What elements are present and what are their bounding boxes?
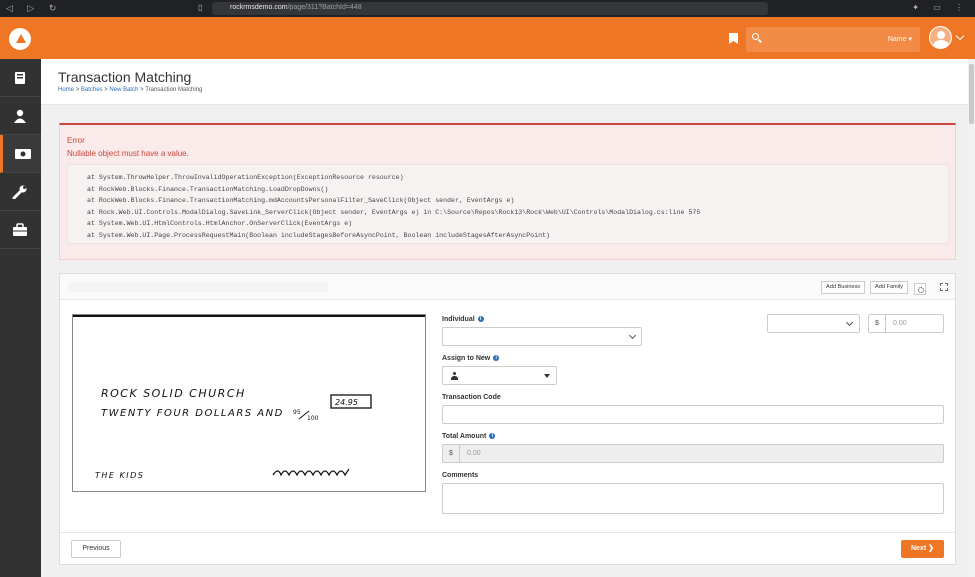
total-amount-label: Total Amount i	[442, 433, 496, 440]
money-icon	[15, 149, 31, 159]
breadcrumb-current: Transaction Matching	[145, 87, 203, 93]
search-icon	[752, 33, 759, 40]
sidebar-item-tools[interactable]	[0, 173, 41, 211]
fullscreen-icon[interactable]	[940, 283, 948, 291]
breadcrumb-new-batch[interactable]: New Batch	[109, 87, 138, 93]
total-amount-input: $ 0.00	[442, 444, 944, 463]
panel-header: Add Business Add Family	[60, 274, 955, 300]
page-header: Transaction Matching Home > Batches > Ne…	[41, 59, 975, 105]
browser-extension-icons[interactable]: ✦ ▭ ⋮	[912, 3, 969, 12]
error-title: Error	[67, 136, 85, 145]
panel-tab-placeholder	[68, 282, 328, 292]
assign-to-new-label: Assign to New i	[442, 355, 500, 362]
search-input[interactable]: Name ▾	[746, 27, 920, 52]
check-drawing: Rock Solid Church Twenty Four Dollars an…	[95, 387, 372, 480]
search-scope-dropdown[interactable]: Name ▾	[888, 35, 912, 43]
sidebar-item-admin[interactable]	[0, 211, 41, 249]
stack-line: at RockWeb.Blocks.Finance.TransactionMat…	[87, 185, 329, 193]
matching-panel: Add Business Add Family Rock Solid Churc…	[59, 273, 956, 565]
chevron-down-icon	[845, 318, 854, 327]
breadcrumb-batches[interactable]: Batches	[81, 87, 103, 93]
caret-down-icon	[544, 374, 550, 378]
transaction-code-input[interactable]	[442, 405, 944, 424]
assign-to-new-dropdown[interactable]	[442, 366, 557, 385]
chevron-right-icon: ❯	[928, 545, 934, 552]
check-image: Rock Solid Church Twenty Four Dollars an…	[72, 314, 426, 492]
sidebar-item-finance[interactable]	[0, 135, 41, 173]
info-icon[interactable]: i	[477, 316, 484, 322]
account-amount-input[interactable]: $ 0.00	[868, 314, 944, 333]
check-amount-box: 24.95	[335, 398, 358, 407]
check-signature	[272, 468, 350, 477]
error-alert: Error Nullable object must have a value.…	[59, 123, 956, 260]
breadcrumb-home[interactable]: Home	[58, 87, 74, 93]
add-business-button[interactable]: Add Business	[821, 281, 866, 294]
previous-button[interactable]: Previous	[71, 540, 121, 558]
stack-line: at RockWeb.Blocks.Finance.TransactionMat…	[87, 197, 515, 204]
info-icon[interactable]: i	[493, 355, 500, 361]
error-message: Nullable object must have a value.	[67, 149, 189, 158]
sidebar-item-content[interactable]	[0, 59, 41, 97]
user-icon	[14, 109, 26, 123]
sidebar	[0, 59, 41, 577]
individual-picker[interactable]	[442, 327, 642, 346]
stack-line: at System.Web.UI.Page.ProcessRequestMain…	[87, 231, 550, 239]
browser-chrome: ◁ ▷ ↻ ▯ rockrmsdemo.com/page/311?BatchId…	[0, 0, 975, 17]
avatar[interactable]	[929, 26, 952, 49]
bookmark-icon[interactable]	[729, 33, 738, 44]
rock-logo-icon[interactable]	[9, 28, 31, 50]
stack-line: at Rock.Web.UI.Controls.ModalDialog.Save…	[87, 208, 701, 216]
panel-footer: Previous Next ❯	[60, 532, 955, 564]
scrollbar[interactable]	[968, 59, 975, 577]
next-button[interactable]: Next ❯	[901, 540, 944, 558]
account-select[interactable]	[767, 314, 860, 333]
page-title: Transaction Matching	[58, 69, 192, 85]
check-memo: The Kids	[95, 471, 144, 480]
check-cents-numerator: 95	[293, 409, 301, 416]
stack-line: at System.Web.UI.HtmlControls.HtmlAnchor…	[87, 220, 353, 227]
user-icon	[451, 372, 458, 380]
sidebar-item-people[interactable]	[0, 97, 41, 135]
chevron-down-icon	[628, 331, 637, 340]
url-text[interactable]: rockrmsdemo.com/page/311?BatchId=448	[230, 4, 362, 11]
book-icon	[15, 72, 25, 84]
comments-textarea[interactable]	[442, 483, 944, 514]
breadcrumb: Home > Batches > New Batch > Transaction…	[58, 87, 203, 93]
info-icon[interactable]: i	[489, 433, 496, 439]
check-amount-words: Twenty Four Dollars and	[101, 408, 284, 419]
gear-icon[interactable]	[914, 283, 926, 295]
transaction-code-label: Transaction Code	[442, 394, 501, 401]
error-stack-trace: at System.ThrowHelper.ThrowInvalidOperat…	[67, 164, 949, 244]
bookmark-star-icon[interactable]: ▯	[198, 3, 202, 12]
wrench-icon	[12, 185, 27, 199]
stack-line: at System.ThrowHelper.ThrowInvalidOperat…	[87, 174, 404, 181]
browser-nav-buttons[interactable]: ◁ ▷ ↻	[6, 3, 62, 14]
comments-label: Comments	[442, 472, 479, 479]
check-payee: Rock Solid Church	[101, 387, 246, 400]
scrollbar-thumb[interactable]	[969, 64, 974, 124]
check-cents-denominator: 100	[307, 415, 319, 422]
add-family-button[interactable]: Add Family	[870, 281, 908, 294]
individual-label: Individual i	[442, 316, 484, 323]
briefcase-icon	[13, 223, 27, 236]
